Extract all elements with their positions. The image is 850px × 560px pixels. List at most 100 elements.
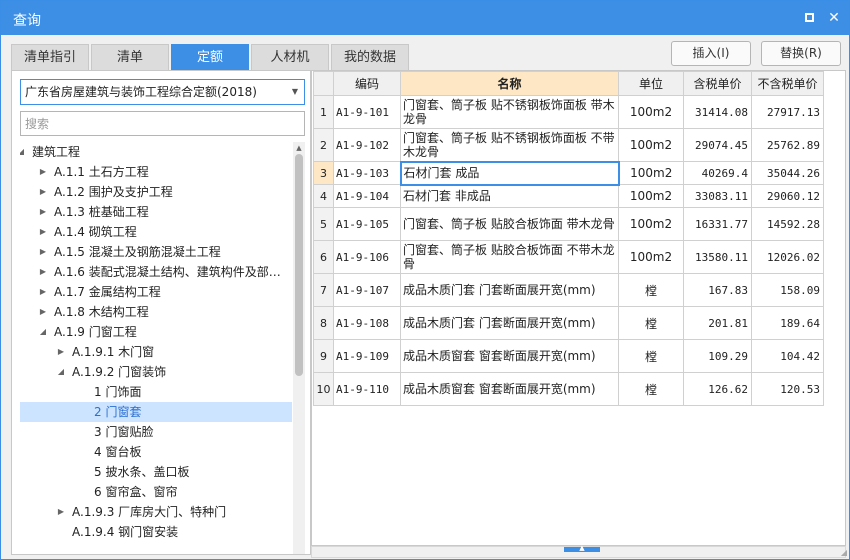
table-row[interactable]: 10 A1-9-110 成品木质窗套 窗套断面展开宽(mm) 樘 126.62 120.5… [313,372,824,406]
price-tax-cell[interactable]: 40269.4 [683,161,752,185]
unit-cell[interactable]: 100m2 [618,95,684,129]
unit-cell[interactable]: 100m2 [618,184,684,208]
scroll-up-icon[interactable]: ▲ [293,142,305,154]
table-row[interactable]: 6 A1-9-106 门窗套、筒子板 贴胶合板饰面 不带木龙骨 100m2 13580.… [313,240,824,274]
tree-item[interactable]: 3 门窗贴脸 [20,422,292,442]
name-cell[interactable]: 门窗套、筒子板 贴不锈钢板饰面板 不带木龙骨 [400,128,619,162]
table-row[interactable]: 1 A1-9-101 门窗套、筒子板 贴不锈钢板饰面板 带木龙骨 100m2 31414… [313,95,824,129]
tree-item[interactable]: 5 披水条、盖口板 [20,462,292,482]
col-header-price-notax[interactable]: 不含税单价 [751,71,824,96]
tree-item[interactable]: ▶ A.1.1 土石方工程 [20,162,292,182]
col-header-code[interactable]: 编码 [333,71,401,96]
collapse-arrow-icon[interactable]: ◢ [20,142,26,162]
tab-bill-guide[interactable]: 清单指引 [11,44,89,70]
table-horizontal-scrollbar[interactable]: ▲ [311,544,846,558]
code-cell[interactable]: A1-9-102 [333,128,401,162]
expand-arrow-icon[interactable]: ▶ [38,182,48,202]
code-cell[interactable]: A1-9-106 [333,240,401,274]
table-row[interactable]: 5 A1-9-105 门窗套、筒子板 贴胶合板饰面 带木龙骨 100m2 16331.7… [313,207,824,241]
expand-arrow-icon[interactable]: ▶ [56,502,66,522]
price-notax-cell[interactable]: 158.09 [751,273,824,307]
tree-item[interactable]: ▶ A.1.8 木结构工程 [20,302,292,322]
name-cell[interactable]: 门窗套、筒子板 贴不锈钢板饰面板 带木龙骨 [400,95,619,129]
price-notax-cell[interactable]: 189.64 [751,306,824,340]
replace-button[interactable]: 替换(R) [761,41,841,66]
tree-item[interactable]: ▶ A.1.5 混凝土及钢筋混凝土工程 [20,242,292,262]
name-cell[interactable]: 石材门套 非成品 [400,184,619,208]
unit-cell[interactable]: 100m2 [618,207,684,241]
code-cell[interactable]: A1-9-107 [333,273,401,307]
title-bar[interactable]: 查询 ✕ [1,1,849,35]
tree-item[interactable]: ▶ A.1.9.1 木门窗 [20,342,292,362]
expand-arrow-icon[interactable]: ▶ [38,242,48,262]
tab-quota[interactable]: 定额 [171,44,249,70]
tree-item[interactable]: ▶ A.1.2 围护及支护工程 [20,182,292,202]
unit-cell[interactable]: 樘 [618,372,684,406]
restore-button[interactable] [801,10,817,26]
price-tax-cell[interactable]: 13580.11 [683,240,752,274]
tree-item[interactable]: ▶ A.1.4 砌筑工程 [20,222,292,242]
col-header-price-tax[interactable]: 含税单价 [683,71,752,96]
code-cell[interactable]: A1-9-109 [333,339,401,373]
col-header-unit[interactable]: 单位 [618,71,684,96]
tree-item[interactable]: 2 门窗套 [20,402,292,422]
expand-arrow-icon[interactable]: ▶ [38,202,48,222]
price-tax-cell[interactable]: 167.83 [683,273,752,307]
table-row[interactable]: 3 A1-9-103 石材门套 成品 100m2 40269.4 35044.26 [313,160,824,186]
tab-bill[interactable]: 清单 [91,44,169,70]
price-notax-cell[interactable]: 104.42 [751,339,824,373]
expand-arrow-icon[interactable]: ▶ [38,262,48,282]
collapse-arrow-icon[interactable]: ◢ [38,322,48,342]
scroll-thumb[interactable] [295,154,303,376]
tab-my-data[interactable]: 我的数据 [331,44,409,70]
price-tax-cell[interactable]: 33083.11 [683,184,752,208]
table-row[interactable]: 8 A1-9-108 成品木质门套 门套断面展开宽(mm) 樘 201.81 189.64 [313,306,824,340]
close-button[interactable]: ✕ [826,10,842,26]
code-cell[interactable]: A1-9-103 [333,161,401,185]
tree-item[interactable]: ▶ A.1.9.3 厂库房大门、特种门 [20,502,292,522]
table-row[interactable]: 9 A1-9-109 成品木质窗套 窗套断面展开宽(mm) 樘 109.29 104.42 [313,339,824,373]
insert-button[interactable]: 插入(I) [671,41,751,66]
unit-cell[interactable]: 樘 [618,306,684,340]
tree-item[interactable]: 1 门饰面 [20,382,292,402]
tree-item[interactable]: 6 窗帘盒、窗帘 [20,482,292,502]
unit-cell[interactable]: 100m2 [618,161,684,185]
code-cell[interactable]: A1-9-105 [333,207,401,241]
name-cell[interactable]: 成品木质窗套 窗套断面展开宽(mm) [400,372,619,406]
code-cell[interactable]: A1-9-110 [333,372,401,406]
expand-arrow-icon[interactable]: ▶ [38,282,48,302]
quota-library-select[interactable]: 广东省房屋建筑与装饰工程综合定额(2018) ▼ [20,79,305,105]
table-row[interactable]: 4 A1-9-104 石材门套 非成品 100m2 33083.11 29060.12 [313,184,824,208]
unit-cell[interactable]: 樘 [618,273,684,307]
expand-arrow-icon[interactable]: ▶ [38,302,48,322]
price-notax-cell[interactable]: 120.53 [751,372,824,406]
tree-scrollbar[interactable]: ▲ [293,142,305,554]
tree-item[interactable]: ▶ A.1.3 桩基础工程 [20,202,292,222]
price-tax-cell[interactable]: 201.81 [683,306,752,340]
tree-item[interactable]: ◢ A.1.9.2 门窗装饰 [20,362,292,382]
name-cell[interactable]: 门窗套、筒子板 贴胶合板饰面 不带木龙骨 [400,240,619,274]
tree-item[interactable]: ▶ A.1.7 金属结构工程 [20,282,292,302]
expand-arrow-icon[interactable]: ▶ [56,342,66,362]
price-notax-cell[interactable]: 12026.02 [751,240,824,274]
price-notax-cell[interactable]: 27917.13 [751,95,824,129]
unit-cell[interactable]: 100m2 [618,240,684,274]
unit-cell[interactable]: 樘 [618,339,684,373]
price-notax-cell[interactable]: 35044.26 [751,161,824,185]
name-cell[interactable]: 成品木质门套 门套断面展开宽(mm) [400,306,619,340]
table-row[interactable]: 7 A1-9-107 成品木质门套 门套断面展开宽(mm) 樘 167.83 158.09 [313,273,824,307]
code-cell[interactable]: A1-9-108 [333,306,401,340]
table-row[interactable]: 2 A1-9-102 门窗套、筒子板 贴不锈钢板饰面板 不带木龙骨 100m2 2907… [313,128,824,162]
resize-grip-icon[interactable]: ◢ [841,548,847,557]
price-tax-cell[interactable]: 126.62 [683,372,752,406]
unit-cell[interactable]: 100m2 [618,128,684,162]
tree-item[interactable]: ◢ 建筑工程 [20,142,292,162]
name-cell[interactable]: 成品木质门套 门套断面展开宽(mm) [400,273,619,307]
tree-item[interactable]: A.1.9.4 钢门窗安装 [20,522,292,542]
tree-item[interactable]: ▶ A.1.6 装配式混凝土结构、建筑构件及部… [20,262,292,282]
name-cell[interactable]: 石材门套 成品 [399,160,620,186]
code-cell[interactable]: A1-9-101 [333,95,401,129]
price-tax-cell[interactable]: 16331.77 [683,207,752,241]
price-tax-cell[interactable]: 29074.45 [683,128,752,162]
col-header-name[interactable]: 名称 [400,71,619,96]
